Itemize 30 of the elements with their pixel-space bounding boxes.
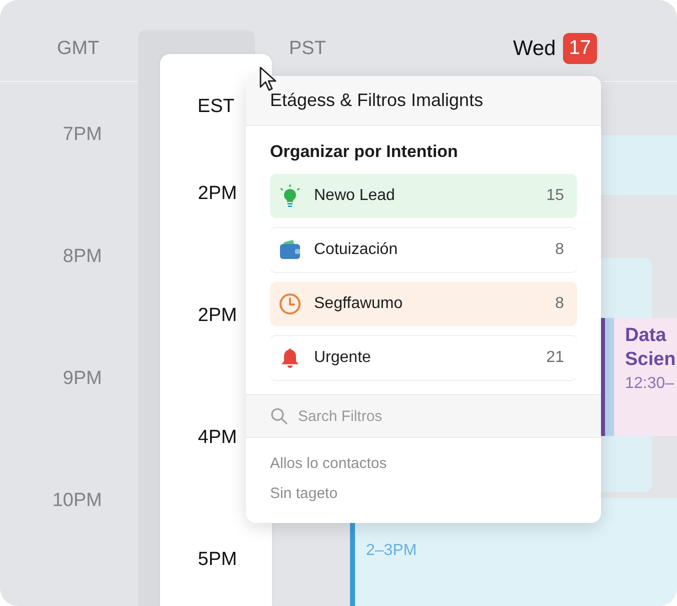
filter-item[interactable]: Cotuización 8	[270, 228, 577, 272]
count-label: 8	[555, 241, 564, 259]
search-field[interactable]: Sarch Filtros	[246, 394, 601, 438]
timezone-label: EST	[196, 96, 236, 118]
time-label: 10PM	[52, 490, 102, 513]
time-label: 4PM	[198, 427, 237, 450]
date-badge: 17	[562, 33, 598, 64]
event-time: 12:30–	[625, 375, 675, 393]
time-label: 9PM	[62, 368, 102, 391]
count-label: 21	[546, 349, 564, 367]
time-label: 8PM	[62, 246, 102, 269]
filter-item[interactable]: Segffawumo 8	[270, 282, 577, 326]
time-label: 5PM	[198, 549, 237, 572]
time-label: 7PM	[62, 124, 102, 147]
event-time: 2–3PM	[366, 542, 417, 560]
search-input[interactable]: Sarch Filtros	[298, 408, 538, 424]
time-label: 2PM	[198, 305, 237, 328]
count-label: 15	[546, 187, 564, 205]
popup-title: Etágess & Filtros Imalignts	[270, 90, 484, 111]
timezone-label: PST	[289, 38, 326, 60]
filter-item[interactable]: Newo Lead 15	[270, 174, 577, 218]
filter-item[interactable]: Urgente 21	[270, 336, 577, 380]
timezone-label: GMT	[57, 38, 100, 60]
count-label: 8	[555, 295, 564, 313]
section-title: Organizar por Intention	[269, 141, 459, 163]
day-name: Wed	[513, 36, 556, 60]
event-title: Data Scien	[625, 324, 676, 372]
time-label: 2PM	[198, 183, 237, 206]
event-card[interactable]: Data Scien 12:30–	[600, 318, 677, 436]
search-icon	[270, 407, 288, 425]
